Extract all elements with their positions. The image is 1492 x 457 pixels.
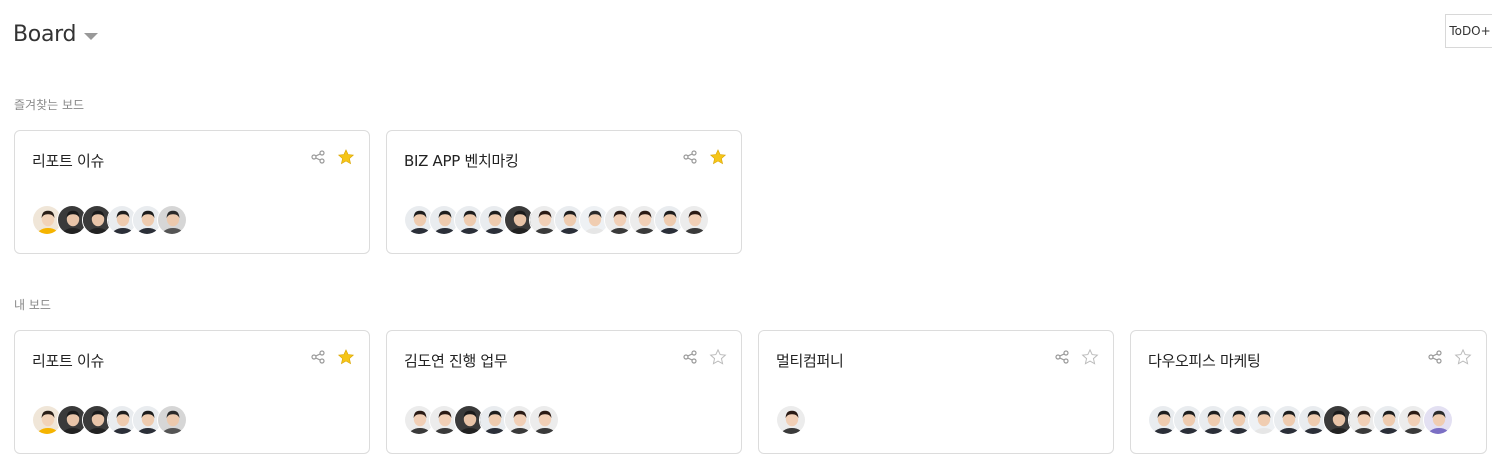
- star-outline-icon[interactable]: [1454, 348, 1472, 366]
- avatar[interactable]: [679, 205, 709, 235]
- avatar[interactable]: [157, 405, 187, 435]
- share-icon[interactable]: [1053, 348, 1071, 366]
- board-card-title: 다우오피스 마케팅: [1148, 352, 1261, 370]
- share-icon[interactable]: [681, 148, 699, 166]
- todo-add-button[interactable]: ToDO+: [1445, 14, 1492, 48]
- avatar[interactable]: [1423, 405, 1453, 435]
- board-card-actions: [1426, 348, 1472, 366]
- member-avatars: [32, 405, 187, 435]
- star-filled-icon[interactable]: [337, 348, 355, 366]
- share-icon[interactable]: [1426, 348, 1444, 366]
- page-header: Board ToDO+: [0, 0, 1492, 75]
- board-card-title: BIZ APP 벤치마킹: [404, 152, 519, 170]
- board-selector[interactable]: Board: [13, 22, 99, 47]
- board-card[interactable]: 김도연 진행 업무: [386, 330, 742, 454]
- avatar[interactable]: [157, 205, 187, 235]
- avatar[interactable]: [776, 405, 806, 435]
- board-card-title: 김도연 진행 업무: [404, 352, 508, 370]
- board-card-actions: [309, 148, 355, 166]
- board-card-actions: [681, 148, 727, 166]
- board-card[interactable]: 리포트 이슈: [14, 330, 370, 454]
- page-title: Board: [13, 22, 77, 47]
- board-card[interactable]: 멀티컴퍼니: [758, 330, 1114, 454]
- chevron-down-icon: [84, 32, 99, 40]
- star-outline-icon[interactable]: [1081, 348, 1099, 366]
- my-boards-section-label: 내 보드: [14, 298, 51, 312]
- member-avatars: [404, 405, 559, 435]
- star-outline-icon[interactable]: [709, 348, 727, 366]
- board-card[interactable]: BIZ APP 벤치마킹: [386, 130, 742, 254]
- member-avatars: [1148, 405, 1453, 435]
- board-card-title: 리포트 이슈: [32, 352, 104, 370]
- board-card-actions: [1053, 348, 1099, 366]
- board-card-actions: [681, 348, 727, 366]
- board-card[interactable]: 리포트 이슈: [14, 130, 370, 254]
- star-filled-icon[interactable]: [337, 148, 355, 166]
- member-avatars: [404, 205, 709, 235]
- board-card-actions: [309, 348, 355, 366]
- board-card-title: 멀티컴퍼니: [776, 352, 844, 370]
- member-avatars: [776, 405, 806, 435]
- share-icon[interactable]: [309, 148, 327, 166]
- favorites-section-label: 즐겨찾는 보드: [14, 98, 85, 112]
- star-filled-icon[interactable]: [709, 148, 727, 166]
- board-card[interactable]: 다우오피스 마케팅: [1130, 330, 1487, 454]
- member-avatars: [32, 205, 187, 235]
- share-icon[interactable]: [681, 348, 699, 366]
- board-card-title: 리포트 이슈: [32, 152, 104, 170]
- share-icon[interactable]: [309, 348, 327, 366]
- avatar[interactable]: [529, 405, 559, 435]
